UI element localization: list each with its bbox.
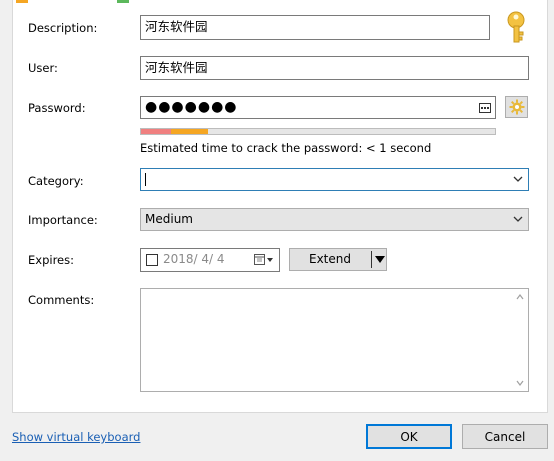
password-value: ●●●●●●●: [145, 99, 238, 115]
password-generator-button[interactable]: [505, 96, 528, 118]
password-strength-bar: [140, 128, 496, 135]
dropdown-arrow-icon[interactable]: [375, 256, 385, 263]
user-label: User:: [28, 61, 58, 75]
user-input[interactable]: 河东软件园: [140, 56, 529, 80]
show-password-icon[interactable]: [479, 103, 491, 113]
show-virtual-keyboard-link[interactable]: Show virtual keyboard: [12, 430, 140, 444]
chevron-down-icon[interactable]: [513, 174, 523, 184]
description-label: Description:: [28, 21, 98, 35]
scroll-down-icon[interactable]: [516, 379, 524, 387]
calendar-icon[interactable]: [254, 254, 274, 266]
importance-label: Importance:: [28, 213, 98, 227]
category-label: Category:: [28, 174, 84, 188]
gear-icon: [509, 99, 524, 115]
chevron-down-icon: [513, 216, 523, 222]
comments-scrollbar[interactable]: [512, 289, 528, 391]
top-accent-green: [117, 0, 129, 3]
comments-textarea[interactable]: [140, 288, 529, 392]
comments-label: Comments:: [28, 293, 95, 307]
split-divider: [371, 251, 372, 268]
password-label: Password:: [28, 101, 86, 115]
extend-label: Extend: [309, 252, 351, 266]
expires-label: Expires:: [28, 253, 74, 267]
extend-button[interactable]: Extend: [289, 248, 387, 271]
cancel-label: Cancel: [484, 429, 526, 444]
expires-checkbox[interactable]: [146, 254, 158, 266]
expires-date-value: 2018/ 4/ 4: [163, 252, 225, 266]
key-icon[interactable]: [505, 10, 527, 47]
password-input[interactable]: ●●●●●●●: [140, 96, 496, 119]
ok-button[interactable]: OK: [366, 424, 452, 449]
password-strength-fill: [141, 129, 209, 134]
importance-value: Medium: [145, 212, 193, 226]
scroll-up-icon[interactable]: [516, 293, 524, 301]
importance-select[interactable]: Medium: [140, 208, 529, 231]
cancel-button[interactable]: Cancel: [462, 424, 548, 449]
description-input[interactable]: 河东软件园: [140, 15, 490, 40]
ok-label: OK: [400, 429, 418, 444]
category-combobox[interactable]: [140, 168, 529, 191]
top-accent-orange: [16, 0, 28, 3]
crack-time-estimate: Estimated time to crack the password: < …: [140, 141, 432, 155]
text-cursor: [145, 173, 146, 186]
expires-date-picker[interactable]: 2018/ 4/ 4: [140, 248, 280, 272]
